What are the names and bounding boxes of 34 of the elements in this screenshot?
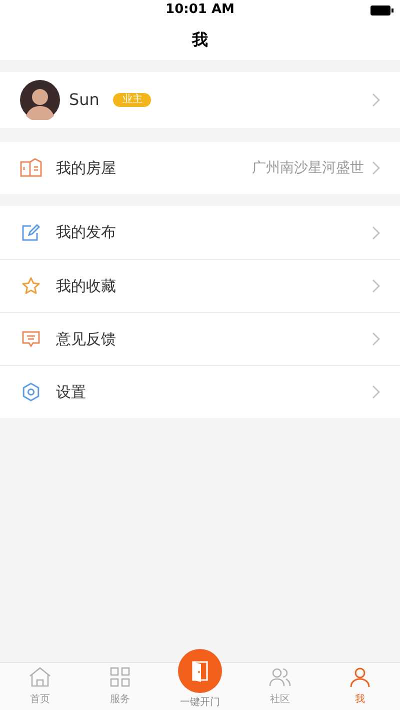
menu-row[interactable]: 意见反馈	[0, 312, 400, 365]
chevron-icon	[372, 385, 380, 399]
chevron-icon	[372, 279, 380, 293]
menu-label: 意见反馈	[56, 328, 116, 350]
user-name: Sun	[69, 89, 100, 111]
avatar-icon	[20, 80, 60, 120]
house-icon	[20, 158, 42, 178]
edit-icon	[21, 222, 41, 242]
menu-label: 我的发布	[56, 222, 116, 244]
house-address: 广州南沙星河盛世	[252, 158, 364, 178]
chevron-icon	[372, 332, 380, 346]
house-row[interactable]: 我的房屋 广州南沙星河盛世	[0, 142, 400, 194]
grid-icon	[109, 666, 131, 688]
chevron-icon	[372, 161, 380, 175]
menu-row[interactable]: 我的发布	[0, 206, 400, 259]
menu-row[interactable]: 我的收藏	[0, 259, 400, 312]
menu-row[interactable]: 设置	[0, 365, 400, 418]
tab-item[interactable]: 一键开门	[160, 649, 240, 710]
menu-label: 设置	[56, 382, 86, 403]
status-time: 10:01 AM	[166, 1, 234, 20]
menu-label: 我的房屋	[56, 158, 116, 179]
chevron-icon	[372, 93, 380, 107]
chevron-icon	[372, 226, 380, 240]
menu-label: 我的收藏	[56, 276, 116, 297]
owner-badge: 业主	[113, 93, 152, 107]
page-title: 我	[192, 29, 208, 51]
person-icon	[349, 666, 371, 688]
battery-icon	[370, 5, 394, 16]
people-icon	[268, 666, 292, 688]
star-icon	[21, 276, 41, 296]
message-icon	[21, 329, 41, 349]
home-icon	[28, 666, 52, 688]
gear-icon	[21, 382, 41, 402]
profile-row[interactable]: Sun 业主	[0, 72, 400, 128]
